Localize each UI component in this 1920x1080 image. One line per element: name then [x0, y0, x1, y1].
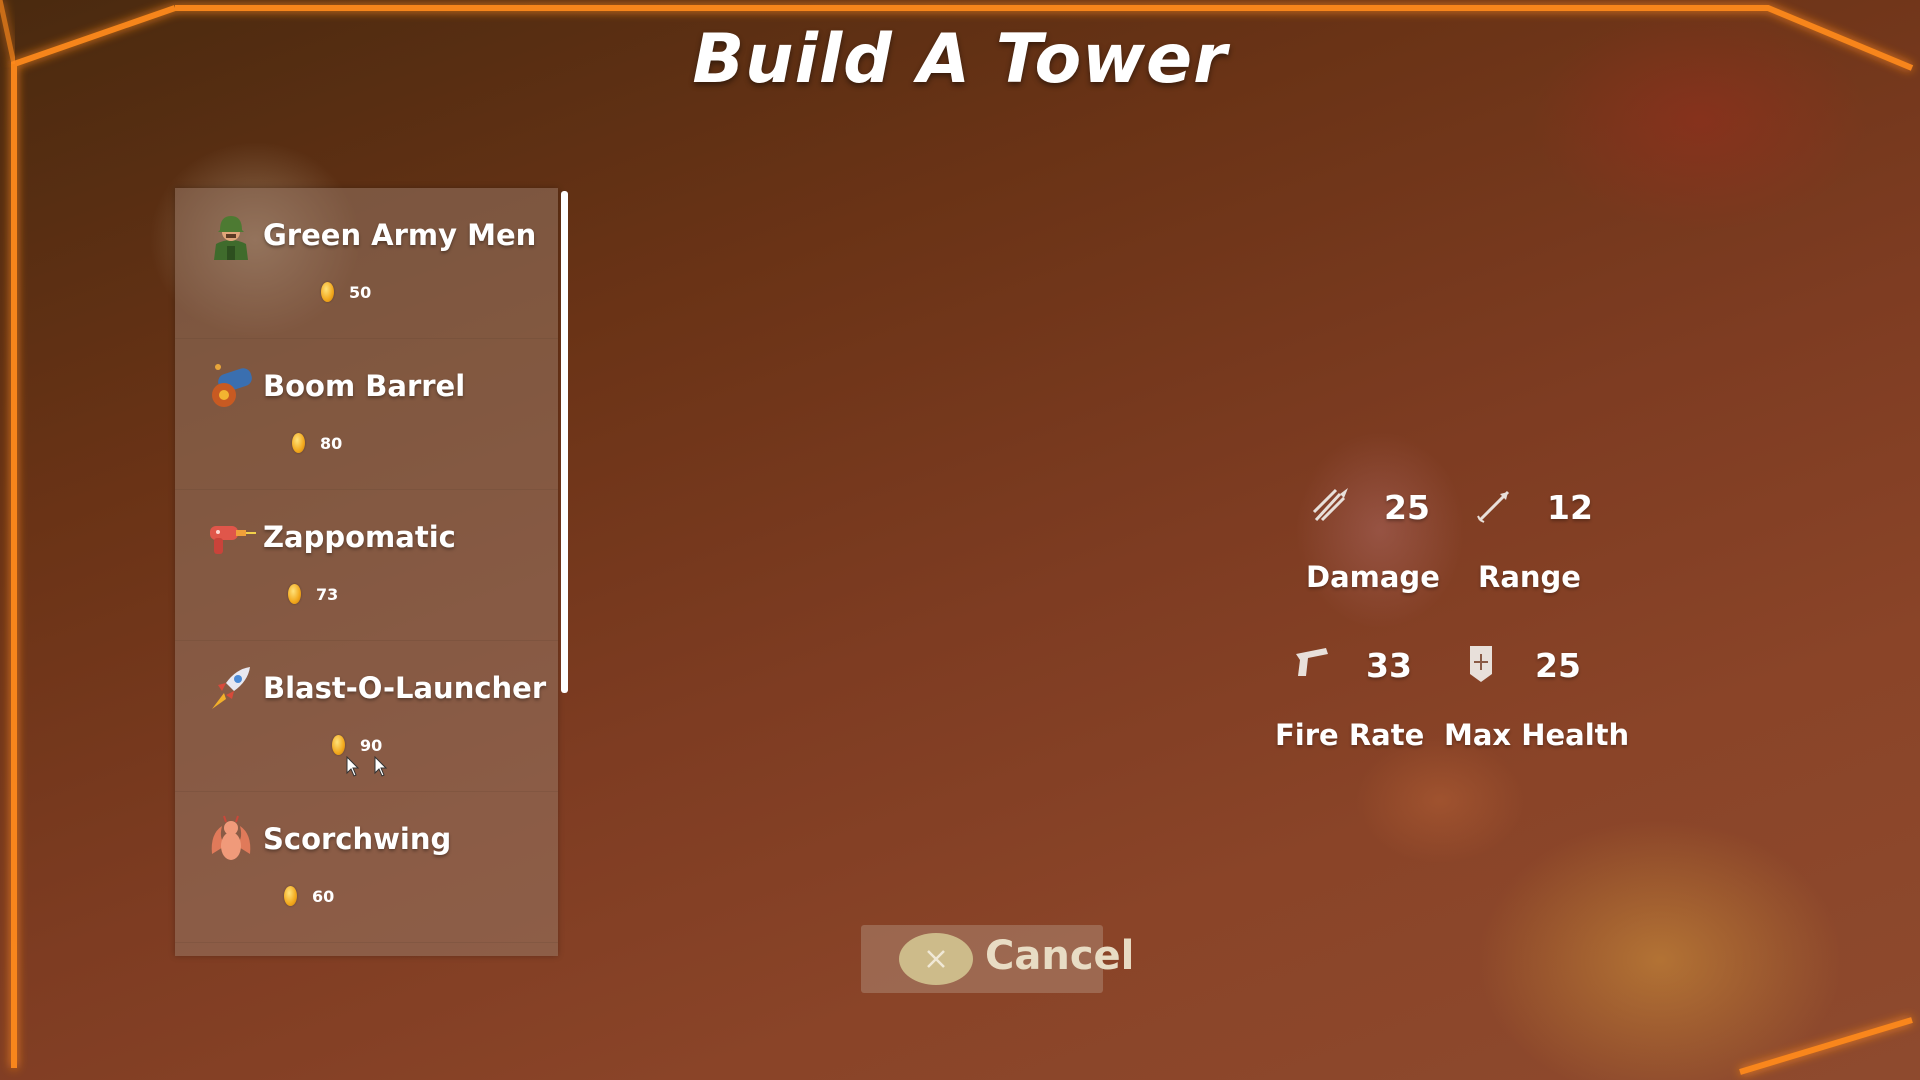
list-scrollbar[interactable]	[561, 191, 568, 693]
tower-cost: 60	[284, 886, 334, 906]
coin-icon	[321, 282, 334, 302]
max-health-value: 25	[1535, 646, 1581, 685]
tower-item-blast-o-launcher[interactable]: Blast-O-Launcher 90	[175, 641, 558, 792]
tower-cost: 80	[292, 433, 342, 453]
shield-icon	[1470, 646, 1492, 682]
dragon-icon	[211, 815, 251, 860]
tower-name: Boom Barrel	[263, 369, 466, 403]
tower-name: Zappomatic	[263, 520, 456, 554]
tower-list[interactable]: Green Army Men 50 Boom Barrel 80 Zappoma…	[175, 188, 558, 956]
cost-value: 80	[320, 433, 343, 453]
fire-rate-label: Fire Rate	[1275, 718, 1425, 752]
cost-value: 50	[349, 282, 372, 302]
cancel-label: Cancel	[985, 933, 1135, 979]
gun-icon	[1296, 648, 1328, 676]
tower-name: Green Army Men	[263, 218, 537, 252]
tower-item-green-army-men[interactable]: Green Army Men 50	[175, 188, 558, 339]
range-value: 12	[1547, 488, 1593, 527]
tower-name: Blast-O-Launcher	[263, 671, 547, 705]
tower-item-boom-barrel[interactable]: Boom Barrel 80	[175, 339, 558, 490]
tower-cost: 50	[321, 282, 371, 302]
tower-item-zappomatic[interactable]: Zappomatic 73	[175, 490, 558, 641]
cost-value: 73	[316, 584, 339, 604]
coin-icon	[332, 735, 345, 755]
cancel-circle	[899, 933, 973, 985]
range-icon	[1477, 490, 1510, 523]
max-health-label: Max Health	[1444, 718, 1630, 752]
tower-item-scorchwing[interactable]: Scorchwing 60	[175, 792, 558, 943]
cursor-icon	[374, 756, 388, 777]
damage-value: 25	[1384, 488, 1430, 527]
tower-cost: 73	[288, 584, 338, 604]
coin-icon	[288, 584, 301, 604]
tower-name: Scorchwing	[263, 822, 452, 856]
tower-cost: 90	[332, 735, 382, 755]
cost-value: 60	[312, 886, 335, 906]
damage-label: Damage	[1306, 560, 1440, 594]
damage-icon	[1312, 488, 1348, 522]
cursor-icon	[346, 756, 360, 777]
cannon-icon	[212, 364, 252, 407]
close-icon	[927, 950, 945, 968]
coin-icon	[292, 433, 305, 453]
page-title: Build A Tower	[692, 20, 1228, 99]
range-label: Range	[1478, 560, 1581, 594]
fire-rate-value: 33	[1366, 646, 1412, 685]
cost-value: 90	[360, 735, 383, 755]
rocket-icon	[212, 667, 250, 709]
ray-gun-icon	[210, 526, 256, 554]
soldier-icon	[214, 216, 248, 260]
coin-icon	[284, 886, 297, 906]
cancel-button[interactable]: Cancel	[861, 925, 1134, 993]
